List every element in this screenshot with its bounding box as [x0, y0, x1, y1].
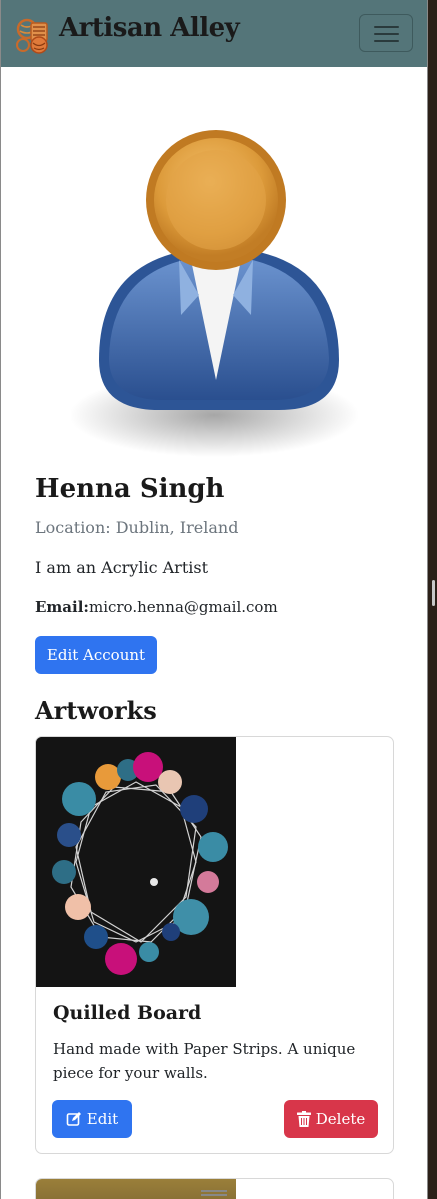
- email-value: micro.henna@gmail.com: [88, 598, 278, 616]
- artisan-logo-icon[interactable]: [13, 15, 55, 55]
- navbar: Artisan Alley: [1, 0, 427, 67]
- artwork-title: Quilled Board: [53, 1002, 202, 1024]
- profile-email: Email:micro.henna@gmail.com: [35, 598, 278, 616]
- edit-label: Edit: [86, 1110, 119, 1128]
- artworks-title: Artworks: [35, 696, 157, 725]
- artwork-description: Hand made with Paper Strips. A unique pi…: [53, 1040, 356, 1082]
- brand-name[interactable]: Artisan Alley: [59, 13, 240, 43]
- drag-handle-icon[interactable]: [201, 1190, 227, 1199]
- delete-artwork-button[interactable]: Delete: [284, 1100, 378, 1138]
- artwork-card: Quilled Board Hand made with Paper Strip…: [35, 736, 394, 1154]
- page-frame: Artisan Alley Henna Singh Location: Dubl…: [0, 0, 428, 1199]
- hamburger-menu-icon: [374, 26, 399, 28]
- delete-label: Delete: [315, 1110, 366, 1128]
- profile-location: Location: Dublin, Ireland: [35, 518, 239, 537]
- artwork-image[interactable]: [36, 737, 236, 987]
- email-label: Email:: [35, 598, 89, 616]
- scrollbar-thumb[interactable]: [432, 580, 435, 606]
- edit-account-button[interactable]: Edit Account: [35, 636, 157, 674]
- edit-artwork-button[interactable]: Edit: [52, 1100, 132, 1138]
- edit-icon: [66, 1112, 81, 1126]
- trash-icon: [296, 1111, 311, 1127]
- profile-bio: I am an Acrylic Artist: [35, 558, 209, 577]
- profile-name: Henna Singh: [35, 474, 225, 504]
- menu-toggle-button[interactable]: [359, 14, 413, 52]
- user-avatar-icon: [71, 130, 359, 457]
